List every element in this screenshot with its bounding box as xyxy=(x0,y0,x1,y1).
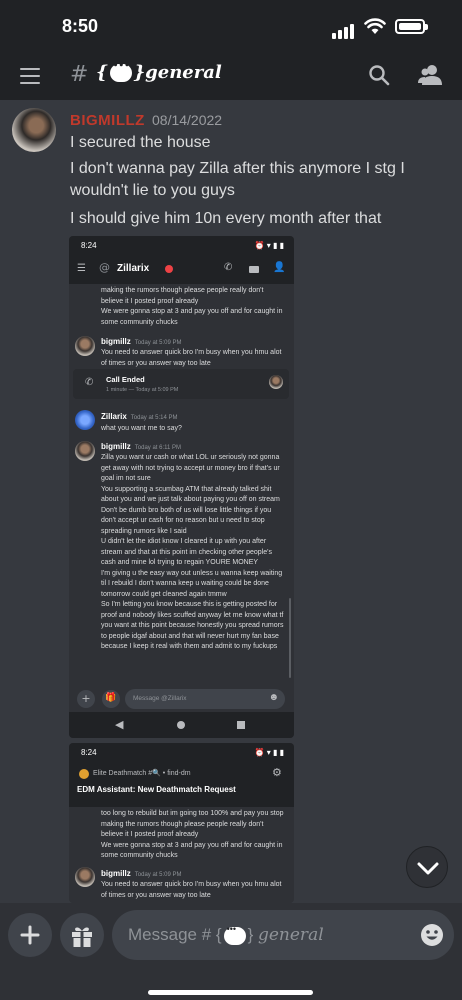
status-bar: 8:50 xyxy=(0,0,462,52)
placeholder-prefix: Message # xyxy=(128,925,212,944)
attachment-status-bar: 8:24 ⏰ ▾ ▮ ▮ xyxy=(69,743,294,763)
video-icon xyxy=(249,266,259,273)
scrollbar xyxy=(289,598,291,678)
placeholder-channel: general xyxy=(257,925,324,945)
members-icon: 👤 xyxy=(273,262,286,273)
emoji-icon: ☻ xyxy=(268,692,279,703)
gift-button[interactable] xyxy=(60,913,104,957)
attachment-thread-header: Elite Deathmatch #🔍 • find-dm ⚙ EDM Assi… xyxy=(69,763,294,807)
message-line: I secured the house xyxy=(70,134,211,151)
input-placeholder: Message @Zillarix xyxy=(133,695,187,702)
speech-bubble-icon xyxy=(109,61,132,82)
phone-icon: ✆ xyxy=(85,377,94,388)
emoji-button[interactable] xyxy=(420,923,444,951)
attachment-message-text: Zilla you want ur cash or what LOL ur se… xyxy=(101,454,284,650)
message-time: Today at 5:09 PM xyxy=(134,872,182,878)
attachment-message-input: Message @Zillarix ☻ xyxy=(125,689,285,709)
status-time: 8:50 xyxy=(62,16,99,36)
message-time: Today at 5:14 PM xyxy=(130,415,178,421)
message-time: Today at 5:09 PM xyxy=(134,340,182,346)
hash-icon: # xyxy=(70,62,89,87)
channel-name: general xyxy=(145,62,222,83)
attachment-message-author: bigmillz Today at 5:09 PM xyxy=(101,337,181,346)
add-attachment-button[interactable] xyxy=(8,913,52,957)
author-name: bigmillz xyxy=(101,869,131,878)
attachment-message-text: making the rumors though please people r… xyxy=(101,287,283,326)
message-line: I don't wanna pay Zilla after this anymo… xyxy=(70,160,405,199)
thread-title: EDM Assistant: New Deathmatch Request xyxy=(77,785,236,794)
chevron-down-icon xyxy=(417,862,439,875)
channel-header: # {}general xyxy=(0,52,462,100)
gear-icon: ⚙ xyxy=(272,766,282,779)
call-ended-card: ✆ Call Ended 1 minute — Today at 5:09 PM xyxy=(73,369,289,399)
home-icon xyxy=(177,721,185,729)
attachment-message-text: too long to rebuild but im going too 100… xyxy=(101,810,284,859)
avatar xyxy=(75,867,95,887)
android-nav-bar: ◀ xyxy=(69,712,294,738)
message-input[interactable]: Message # {} general xyxy=(112,910,454,960)
attachment-dm-title: Zillarix xyxy=(117,263,150,274)
server-icon xyxy=(79,769,89,779)
author-name: bigmillz xyxy=(101,337,131,346)
server-channel: Elite Deathmatch #🔍 • find-dm xyxy=(93,770,191,777)
plus-icon: + xyxy=(77,690,95,708)
call-title: Call Ended xyxy=(106,375,145,384)
call-icon: ✆ xyxy=(224,262,233,273)
menu-icon: ☰ xyxy=(77,263,86,274)
avatar[interactable] xyxy=(12,108,56,152)
at-icon: @ xyxy=(99,261,110,274)
image-attachment[interactable]: 8:24 ⏰ ▾ ▮ ▮ Elite Deathmatch #🔍 • find-… xyxy=(69,743,294,903)
attachment-status-icons: ⏰ ▾ ▮ ▮ xyxy=(254,748,284,757)
battery-icon xyxy=(395,19,428,34)
message-line: I should give him 10n every month after … xyxy=(70,210,382,227)
speech-bubble-icon xyxy=(223,924,246,945)
avatar xyxy=(75,336,95,356)
menu-icon[interactable] xyxy=(20,68,40,84)
message-timestamp: 08/14/2022 xyxy=(152,112,223,128)
wifi-icon xyxy=(364,17,386,39)
dnd-status-icon xyxy=(165,265,173,273)
attachment-time: 8:24 xyxy=(81,241,97,250)
gift-icon xyxy=(72,927,92,947)
attachment-message-author: Zillarix Today at 5:14 PM xyxy=(101,412,178,421)
attachment-message-author: bigmillz Today at 6:11 PM xyxy=(101,442,181,451)
members-icon[interactable] xyxy=(418,64,444,90)
attachment-message-text: You need to answer quick bro I'm busy wh… xyxy=(101,881,282,899)
avatar xyxy=(75,441,95,461)
signal-icon xyxy=(332,20,356,39)
attachment-time: 8:24 xyxy=(81,748,97,757)
emoji-icon xyxy=(421,924,443,946)
back-icon: ◀ xyxy=(115,718,124,731)
author-name: Zillarix xyxy=(101,412,127,421)
home-indicator[interactable] xyxy=(148,990,313,995)
plus-icon xyxy=(20,925,40,945)
attachment-status-icons: ⏰ ▾ ▮ ▮ xyxy=(254,241,284,250)
attachment-dm-header: ☰ @ Zillarix ✆ 👤 xyxy=(69,256,294,284)
attachment-message-text: what you want me to say? xyxy=(101,425,182,432)
channel-title[interactable]: {}general xyxy=(96,61,222,83)
attachment-message-text: You need to answer quick bro I'm busy wh… xyxy=(101,349,282,367)
message-input-placeholder: Message # {} general xyxy=(128,924,324,945)
image-attachment[interactable]: 8:24 ⏰ ▾ ▮ ▮ ☰ @ Zillarix ✆ 👤 making the… xyxy=(69,236,294,738)
avatar xyxy=(75,410,95,430)
attachment-composer: + 🎁 Message @Zillarix ☻ xyxy=(69,686,294,712)
author-name: bigmillz xyxy=(101,442,131,451)
recents-icon xyxy=(237,721,245,729)
search-icon[interactable] xyxy=(368,64,390,90)
avatar xyxy=(269,375,283,389)
gift-icon: 🎁 xyxy=(102,690,120,708)
message-time: Today at 6:11 PM xyxy=(134,445,182,451)
jump-to-bottom-button[interactable] xyxy=(406,846,448,888)
message-composer: Message # {} general xyxy=(0,903,462,1000)
attachment-message-author: bigmillz Today at 5:09 PM xyxy=(101,869,181,878)
call-duration: 1 minute — Today at 5:09 PM xyxy=(106,387,179,393)
message-author[interactable]: BIGMILLZ xyxy=(70,112,145,129)
attachment-status-bar: 8:24 ⏰ ▾ ▮ ▮ xyxy=(69,236,294,256)
